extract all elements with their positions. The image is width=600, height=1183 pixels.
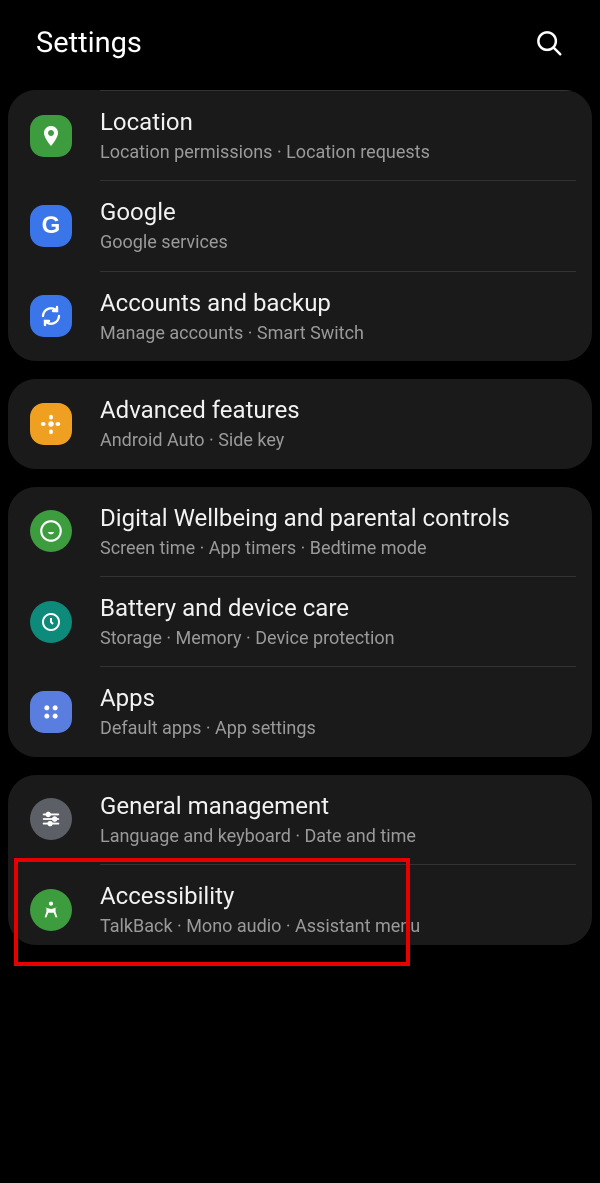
- apps-icon: [30, 691, 72, 733]
- settings-item-subtitle: Default apps · App settings: [100, 717, 316, 740]
- settings-item-advanced[interactable]: Advanced features Android Auto · Side ke…: [8, 379, 592, 468]
- settings-item-title: Location: [100, 107, 430, 137]
- settings-item-subtitle: Language and keyboard · Date and time: [100, 825, 416, 848]
- location-icon: [30, 115, 72, 157]
- settings-item-text: Accessibility TalkBack · Mono audio · As…: [100, 881, 420, 938]
- settings-item-text: General management Language and keyboard…: [100, 791, 416, 848]
- settings-group: General management Language and keyboard…: [8, 775, 592, 945]
- settings-item-title: Advanced features: [100, 395, 300, 425]
- settings-item-accessibility[interactable]: Accessibility TalkBack · Mono audio · As…: [8, 865, 592, 944]
- settings-item-wellbeing[interactable]: Digital Wellbeing and parental controls …: [8, 487, 592, 576]
- settings-item-text: Digital Wellbeing and parental controls …: [100, 503, 510, 560]
- accessibility-icon: [30, 889, 72, 931]
- settings-item-title: General management: [100, 791, 416, 821]
- search-button[interactable]: [530, 24, 568, 62]
- settings-item-general[interactable]: General management Language and keyboard…: [8, 775, 592, 864]
- settings-item-subtitle: Storage · Memory · Device protection: [100, 627, 395, 650]
- settings-item-subtitle: Android Auto · Side key: [100, 429, 300, 452]
- settings-item-subtitle: Manage accounts · Smart Switch: [100, 322, 364, 345]
- google-icon: G: [30, 205, 72, 247]
- search-icon: [534, 28, 564, 58]
- settings-item-title: Accessibility: [100, 881, 420, 911]
- settings-group: Digital Wellbeing and parental controls …: [8, 487, 592, 757]
- settings-item-text: Location Location permissions · Location…: [100, 107, 430, 164]
- header: Settings: [0, 0, 600, 90]
- settings-item-apps[interactable]: Apps Default apps · App settings: [8, 667, 592, 756]
- page-title: Settings: [36, 26, 142, 60]
- settings-item-google[interactable]: G Google Google services: [8, 181, 592, 270]
- settings-item-battery[interactable]: Battery and device care Storage · Memory…: [8, 577, 592, 666]
- wellbeing-icon: [30, 510, 72, 552]
- settings-item-subtitle: Google services: [100, 231, 228, 254]
- settings-item-subtitle: TalkBack · Mono audio · Assistant menu: [100, 915, 420, 938]
- settings-item-title: Google: [100, 197, 228, 227]
- settings-item-subtitle: Screen time · App timers · Bedtime mode: [100, 537, 510, 560]
- settings-item-text: Advanced features Android Auto · Side ke…: [100, 395, 300, 452]
- settings-item-title: Battery and device care: [100, 593, 395, 623]
- settings-item-title: Apps: [100, 683, 316, 713]
- settings-item-location[interactable]: Location Location permissions · Location…: [8, 91, 592, 180]
- settings-item-title: Digital Wellbeing and parental controls: [100, 503, 510, 533]
- settings-group: Location Location permissions · Location…: [8, 90, 592, 361]
- sync-icon: [30, 295, 72, 337]
- settings-item-text: Apps Default apps · App settings: [100, 683, 316, 740]
- gear-flower-icon: [30, 403, 72, 445]
- sliders-icon: [30, 798, 72, 840]
- settings-item-text: Battery and device care Storage · Memory…: [100, 593, 395, 650]
- settings-group: Advanced features Android Auto · Side ke…: [8, 379, 592, 468]
- settings-item-title: Accounts and backup: [100, 288, 364, 318]
- battery-care-icon: [30, 601, 72, 643]
- settings-item-subtitle: Location permissions · Location requests: [100, 141, 430, 164]
- settings-item-text: Accounts and backup Manage accounts · Sm…: [100, 288, 364, 345]
- settings-item-text: Google Google services: [100, 197, 228, 254]
- settings-item-accounts[interactable]: Accounts and backup Manage accounts · Sm…: [8, 272, 592, 361]
